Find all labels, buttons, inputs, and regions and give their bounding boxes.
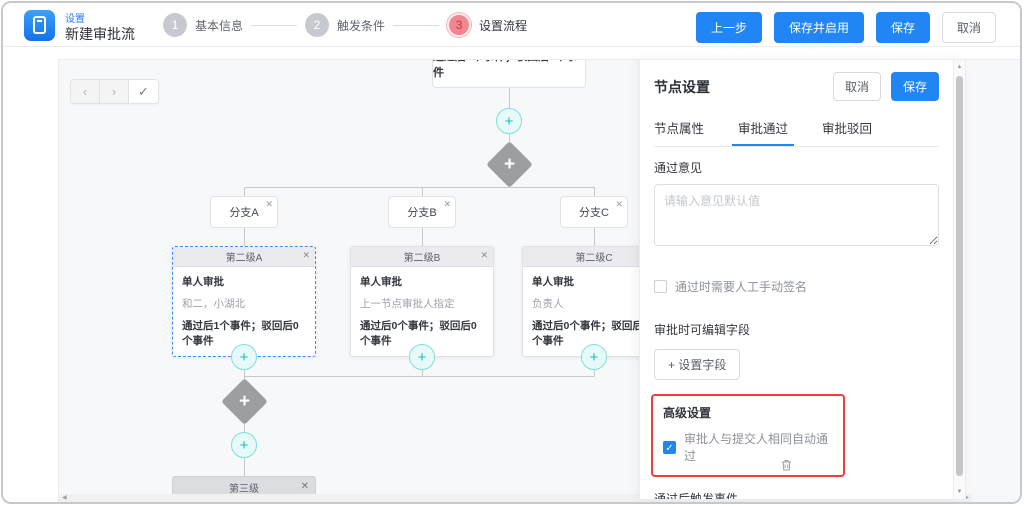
- panel-content: 节点设置 取消 保存 节点属性 审批通过 审批驳回 通过意见 通过时需要人工手动…: [640, 60, 953, 499]
- branch-node-c[interactable]: 分支C ✕: [560, 196, 628, 228]
- step-number: 3: [447, 13, 471, 37]
- card-title: 第二级B: [351, 249, 493, 264]
- step-number: 1: [163, 13, 187, 37]
- vertical-scrollbar[interactable]: ▲ ▼: [953, 60, 965, 499]
- step-connector: [251, 25, 297, 26]
- card-title: 第二级A: [173, 249, 315, 264]
- pass-opinion-label: 通过意见: [654, 159, 939, 176]
- add-node-button[interactable]: +: [231, 432, 257, 458]
- app-window: 设置 新建审批流 1 基本信息 2 触发条件 3 设置流程 上一步 保存并启用 …: [1, 1, 1022, 504]
- cancel-button[interactable]: 取消: [942, 12, 996, 43]
- auto-pass-checkbox[interactable]: ✓: [663, 441, 676, 454]
- step-label: 基本信息: [195, 17, 243, 34]
- arrow-down-icon[interactable]: ▼: [954, 489, 965, 495]
- add-node-button[interactable]: +: [581, 344, 607, 370]
- close-icon[interactable]: ✕: [480, 250, 488, 261]
- confirm-button[interactable]: ✓: [129, 80, 158, 103]
- step-label: 设置流程: [479, 17, 527, 34]
- scrollbar-thumb[interactable]: [956, 76, 963, 476]
- document-icon: [33, 16, 46, 34]
- card-assignee: 上一节点审批人指定: [360, 296, 484, 311]
- prev-step-button[interactable]: 上一步: [696, 12, 762, 43]
- approval-card-level2a[interactable]: 第二级A ✕ 单人审批 和二，小湖北 通过后1个事件；驳回后0个事件: [172, 246, 316, 357]
- canvas-toolbar: ‹ › ✓: [70, 79, 159, 104]
- branch-label: 分支C: [579, 204, 609, 220]
- tab-approval-pass[interactable]: 审批通过: [738, 118, 788, 146]
- save-and-enable-button[interactable]: 保存并启用: [774, 12, 864, 43]
- advanced-settings-label: 高级设置: [663, 404, 833, 421]
- card-approval-type: 单人审批: [532, 274, 656, 289]
- step-set-flow[interactable]: 3 设置流程: [447, 13, 535, 37]
- manual-sign-row: 通过时需要人工手动签名: [654, 278, 939, 295]
- advanced-settings-highlight: 高级设置 ✓ 审批人与提交人相同自动通过: [651, 394, 845, 477]
- flow-node-events-summary[interactable]: 通过后0个事件；驳回后0个事件: [432, 59, 586, 88]
- page-title: 新建审批流: [65, 24, 135, 44]
- card-header: 第二级B ✕: [351, 247, 493, 267]
- set-fields-button[interactable]: + 设置字段: [654, 349, 740, 380]
- step-label: 触发条件: [337, 17, 385, 34]
- close-icon[interactable]: ✕: [302, 250, 310, 261]
- editable-fields-label: 审批时可编辑字段: [654, 321, 939, 338]
- add-node-button[interactable]: +: [496, 108, 522, 134]
- save-button[interactable]: 保存: [876, 12, 930, 43]
- add-node-button[interactable]: +: [409, 344, 435, 370]
- plus-icon: +: [240, 349, 249, 366]
- card-approval-type: 单人审批: [360, 274, 484, 289]
- check-icon: ✓: [138, 84, 149, 100]
- pass-opinion-textarea[interactable]: [654, 184, 939, 246]
- close-icon[interactable]: ✕: [301, 481, 309, 492]
- plus-icon: +: [590, 349, 599, 366]
- trash-icon[interactable]: [781, 458, 792, 476]
- manual-sign-checkbox[interactable]: [654, 280, 667, 293]
- close-icon[interactable]: ✕: [615, 199, 623, 210]
- panel-title: 节点设置: [654, 77, 833, 97]
- after-pass-events-label: 通过后触发事件: [654, 490, 939, 500]
- tab-node-properties[interactable]: 节点属性: [654, 118, 704, 146]
- branch-node-a[interactable]: 分支A ✕: [210, 196, 278, 228]
- branch-label: 分支A: [229, 204, 258, 220]
- add-node-button[interactable]: +: [231, 344, 257, 370]
- plus-icon: +: [504, 155, 515, 174]
- app-logo-icon: [24, 10, 55, 41]
- close-icon[interactable]: ✕: [443, 199, 451, 210]
- step-trigger-condition[interactable]: 2 触发条件: [305, 13, 393, 37]
- arrow-left-icon[interactable]: ◀: [62, 495, 67, 501]
- panel-save-button[interactable]: 保存: [891, 72, 939, 101]
- plus-icon: +: [239, 392, 250, 411]
- header-actions: 上一步 保存并启用 保存 取消: [696, 12, 996, 43]
- breadcrumb: 设置: [65, 10, 85, 25]
- header: 设置 新建审批流 1 基本信息 2 触发条件 3 设置流程 上一步 保存并启用 …: [3, 3, 1020, 47]
- card-assignee: 负责人: [532, 296, 656, 311]
- card-header: 第二级A ✕: [173, 247, 315, 267]
- step-basic-info[interactable]: 1 基本信息: [163, 13, 251, 37]
- stepper: 1 基本信息 2 触发条件 3 设置流程: [163, 3, 535, 47]
- chevron-right-icon: ›: [112, 84, 116, 99]
- manual-sign-label: 通过时需要人工手动签名: [675, 278, 807, 295]
- card-assignee: 和二，小湖北: [182, 296, 306, 311]
- panel-cancel-button[interactable]: 取消: [833, 72, 881, 101]
- undo-button[interactable]: ‹: [71, 80, 100, 103]
- arrow-up-icon[interactable]: ▲: [954, 64, 965, 70]
- card-body: 单人审批 上一节点审批人指定 通过后0个事件；驳回后0个事件: [351, 267, 493, 356]
- plus-icon: +: [240, 437, 249, 454]
- redo-button[interactable]: ›: [100, 80, 129, 103]
- tab-approval-reject[interactable]: 审批驳回: [822, 118, 872, 146]
- approval-card-level2b[interactable]: 第二级B ✕ 单人审批 上一节点审批人指定 通过后0个事件；驳回后0个事件: [350, 246, 494, 357]
- panel-tabs: 节点属性 审批通过 审批驳回: [654, 118, 939, 147]
- plus-icon: +: [505, 113, 514, 130]
- step-connector: [393, 25, 439, 26]
- branch-node-b[interactable]: 分支B ✕: [388, 196, 456, 228]
- auto-pass-row: ✓ 审批人与提交人相同自动通过: [663, 430, 833, 464]
- branch-label: 分支B: [407, 204, 436, 220]
- close-icon[interactable]: ✕: [265, 199, 273, 210]
- node-settings-panel: 节点设置 取消 保存 节点属性 审批通过 审批驳回 通过意见 通过时需要人工手动…: [639, 59, 966, 500]
- step-number: 2: [305, 13, 329, 37]
- card-body: 单人审批 和二，小湖北 通过后1个事件；驳回后0个事件: [173, 267, 315, 356]
- panel-header: 节点设置 取消 保存: [654, 72, 939, 101]
- card-title: 第三级: [173, 480, 315, 495]
- plus-icon: +: [418, 349, 427, 366]
- auto-pass-label: 审批人与提交人相同自动通过: [684, 430, 833, 464]
- chevron-left-icon: ‹: [83, 84, 87, 99]
- card-approval-type: 单人审批: [182, 274, 306, 289]
